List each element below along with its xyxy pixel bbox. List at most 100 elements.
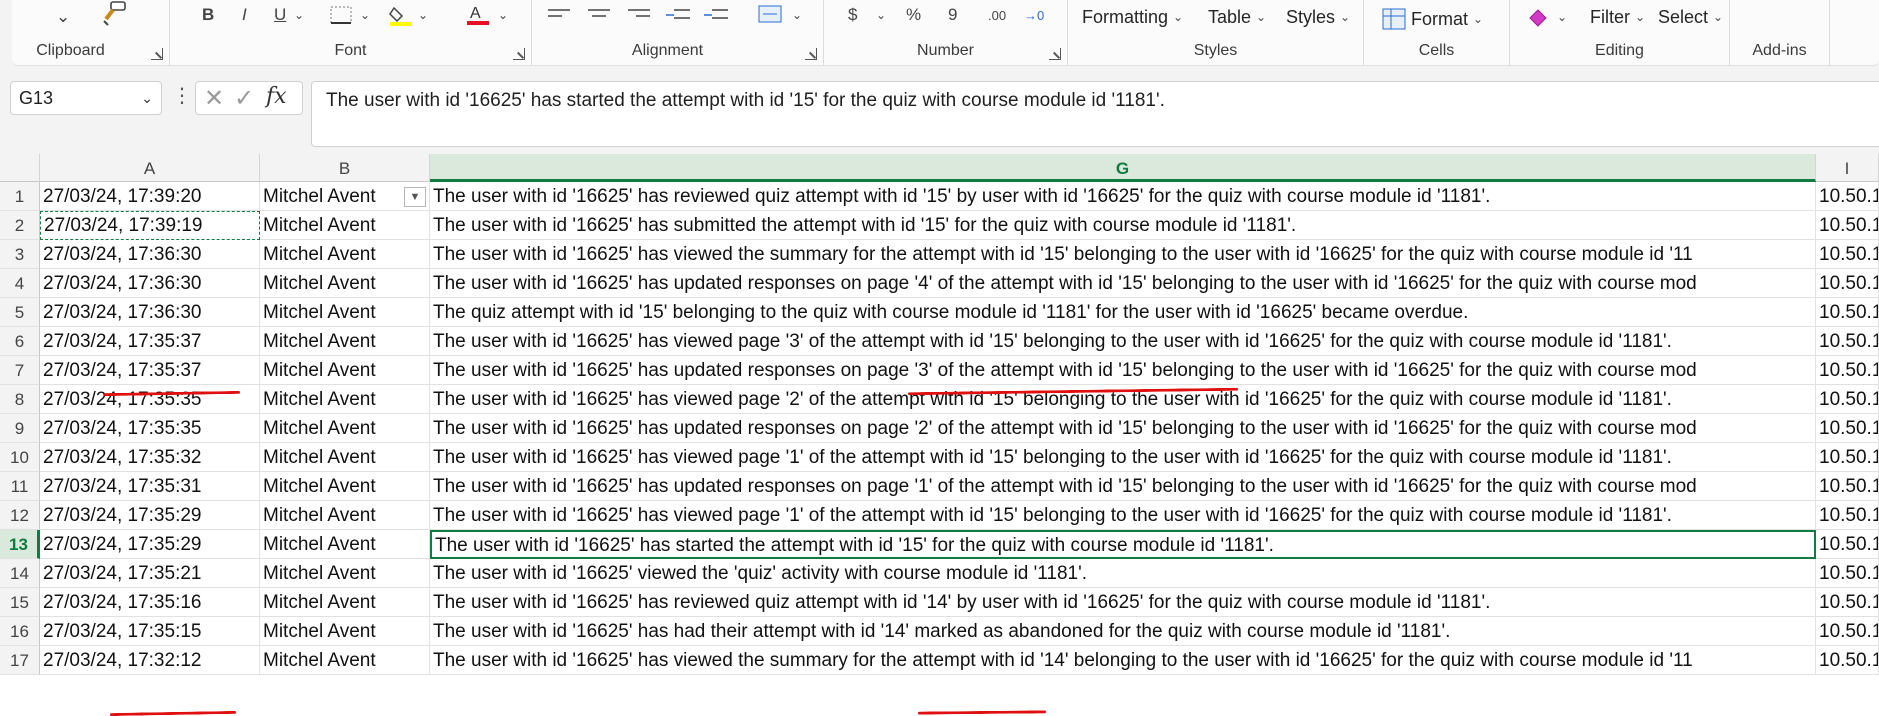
align-left-icon[interactable] (548, 2, 570, 28)
cell-b[interactable]: Mitchel Avent (260, 298, 430, 327)
cell-i[interactable]: 10.50.1 (1816, 298, 1879, 327)
format-as-table-button[interactable]: Table ⌄ (1208, 4, 1266, 30)
bold-icon[interactable]: B (202, 2, 214, 28)
cell-i[interactable]: 10.50.1 (1816, 501, 1879, 530)
cell-g[interactable]: The user with id '16625' has started the… (430, 530, 1816, 559)
row-header[interactable]: 15 (0, 588, 40, 617)
cell-g[interactable]: The user with id '16625' has updated res… (430, 269, 1816, 298)
cell-a[interactable]: 27/03/24, 17:35:31 (40, 472, 260, 501)
percent-icon[interactable]: % (906, 2, 921, 28)
cell-a[interactable]: 27/03/24, 17:36:30 (40, 298, 260, 327)
cell-b[interactable]: Mitchel Avent (260, 414, 430, 443)
cell-b[interactable]: Mitchel Avent (260, 269, 430, 298)
borders-icon[interactable] (330, 2, 352, 28)
cell-a[interactable]: 27/03/24, 17:35:37 (40, 356, 260, 385)
cell-a[interactable]: 27/03/24, 17:35:29 (40, 530, 260, 559)
cell-b[interactable]: Mitchel Avent (260, 530, 430, 559)
chevron-down-icon[interactable]: ⌄ (141, 82, 153, 114)
row-header[interactable]: 3 (0, 240, 40, 269)
cell-i[interactable]: 10.50.1 (1816, 617, 1879, 646)
cell-b[interactable]: Mitchel Avent (260, 646, 430, 675)
cell-a[interactable]: 27/03/24, 17:39:20 (40, 182, 260, 211)
cell-i[interactable]: 10.50.1 (1816, 443, 1879, 472)
cell-i[interactable]: 10.50.1 (1816, 414, 1879, 443)
cell-a[interactable]: 27/03/24, 17:35:35 (40, 414, 260, 443)
filter-dropdown-icon[interactable]: ▼ (404, 187, 426, 207)
currency-icon[interactable]: $ (848, 2, 857, 28)
cell-i[interactable]: 10.50.1 (1816, 211, 1879, 240)
cell-i[interactable]: 10.50.1 (1816, 646, 1879, 675)
cell-b[interactable]: Mitchel Avent (260, 443, 430, 472)
underline-dropdown-chevron-icon[interactable]: ⌄ (294, 2, 304, 28)
sort-filter-button[interactable]: Filter ⌄ (1590, 4, 1645, 30)
cell-g[interactable]: The user with id '16625' has had their a… (430, 617, 1816, 646)
cell-a[interactable]: 27/03/24, 17:35:29 (40, 501, 260, 530)
cell-a[interactable]: 27/03/24, 17:35:35 (40, 385, 260, 414)
row-header[interactable]: 10 (0, 443, 40, 472)
column-header-a[interactable]: A (40, 154, 260, 182)
cell-b[interactable]: Mitchel Avent (260, 327, 430, 356)
cell-b[interactable]: Mitchel Avent (260, 240, 430, 269)
insert-function-icon[interactable]: fx (266, 84, 287, 109)
cell-g[interactable]: The user with id '16625' has reviewed qu… (430, 588, 1816, 617)
cell-a[interactable]: 27/03/24, 17:32:12 (40, 646, 260, 675)
cell-styles-button[interactable]: Styles ⌄ (1286, 4, 1350, 30)
row-header[interactable]: 8 (0, 385, 40, 414)
merge-center-icon[interactable] (758, 2, 782, 28)
cell-g[interactable]: The user with id '16625' has viewed the … (430, 646, 1816, 675)
cell-a[interactable]: 27/03/24, 17:35:37 (40, 327, 260, 356)
merge-dropdown-chevron-icon[interactable]: ⌄ (792, 2, 802, 28)
cell-g[interactable]: The user with id '16625' has updated res… (430, 414, 1816, 443)
cell-a[interactable]: 27/03/24, 17:36:30 (40, 269, 260, 298)
row-header[interactable]: 14 (0, 559, 40, 588)
row-header[interactable]: 17 (0, 646, 40, 675)
cell-i[interactable]: 10.50.1 (1816, 356, 1879, 385)
fill-color-dropdown-chevron-icon[interactable]: ⌄ (418, 2, 428, 28)
cell-b[interactable]: Mitchel Avent (260, 472, 430, 501)
name-box[interactable]: G13 ⌄ (10, 81, 162, 115)
cell-g[interactable]: The user with id '16625' has viewed the … (430, 240, 1816, 269)
format-painter-icon[interactable] (100, 0, 128, 26)
italic-icon[interactable]: I (242, 2, 247, 28)
currency-dropdown-chevron-icon[interactable]: ⌄ (876, 2, 886, 28)
enter-check-icon[interactable]: ✓ (234, 84, 254, 113)
comma-style-icon[interactable]: 9 (948, 2, 957, 28)
cancel-icon[interactable]: ✕ (204, 84, 224, 113)
underline-icon[interactable]: U (274, 2, 286, 28)
formula-input[interactable]: The user with id '16625' has started the… (311, 81, 1879, 147)
cell-i[interactable]: 10.50.1 (1816, 559, 1879, 588)
cell-i[interactable]: 10.50.1 (1816, 472, 1879, 501)
more-options-icon[interactable]: ⋮ (172, 86, 192, 106)
format-button[interactable]: Format ⌄ (1382, 6, 1483, 32)
row-header[interactable]: 2 (0, 211, 40, 240)
cell-i[interactable]: 10.50.1 (1816, 530, 1879, 559)
cell-a[interactable]: 27/03/24, 17:35:15 (40, 617, 260, 646)
paste-dropdown-chevron-icon[interactable]: ⌄ (56, 4, 70, 30)
column-header-g[interactable]: G (430, 154, 1816, 182)
cell-b[interactable]: Mitchel Avent (260, 588, 430, 617)
font-color-icon[interactable]: A (466, 2, 490, 28)
row-header[interactable]: 5 (0, 298, 40, 327)
cell-g[interactable]: The user with id '16625' has updated res… (430, 356, 1816, 385)
clear-button[interactable]: ⌄ (1526, 4, 1567, 30)
conditional-formatting-button[interactable]: Formatting ⌄ (1082, 4, 1183, 30)
row-header[interactable]: 4 (0, 269, 40, 298)
cell-a[interactable]: 27/03/24, 17:36:30 (40, 240, 260, 269)
number-dialog-launcher-icon[interactable] (1049, 48, 1061, 60)
column-header-i[interactable]: I (1816, 154, 1879, 182)
cell-b[interactable]: Mitchel Avent (260, 501, 430, 530)
increase-decimal-icon[interactable]: .00 (988, 2, 1006, 28)
align-right-icon[interactable] (628, 2, 650, 28)
row-header[interactable]: 6 (0, 327, 40, 356)
cell-g[interactable]: The user with id '16625' has viewed page… (430, 327, 1816, 356)
cell-b[interactable]: Mitchel Avent (260, 385, 430, 414)
cell-g[interactable]: The user with id '16625' has viewed page… (430, 501, 1816, 530)
select-all-corner[interactable] (0, 154, 40, 182)
cell-g[interactable]: The user with id '16625' has reviewed qu… (430, 182, 1816, 211)
row-header[interactable]: 12 (0, 501, 40, 530)
cell-i[interactable]: 10.50.1 (1816, 269, 1879, 298)
alignment-dialog-launcher-icon[interactable] (805, 48, 817, 60)
cell-i[interactable]: 10.50.1 (1816, 182, 1879, 211)
borders-dropdown-chevron-icon[interactable]: ⌄ (360, 2, 370, 28)
cell-g[interactable]: The user with id '16625' viewed the 'qui… (430, 559, 1816, 588)
